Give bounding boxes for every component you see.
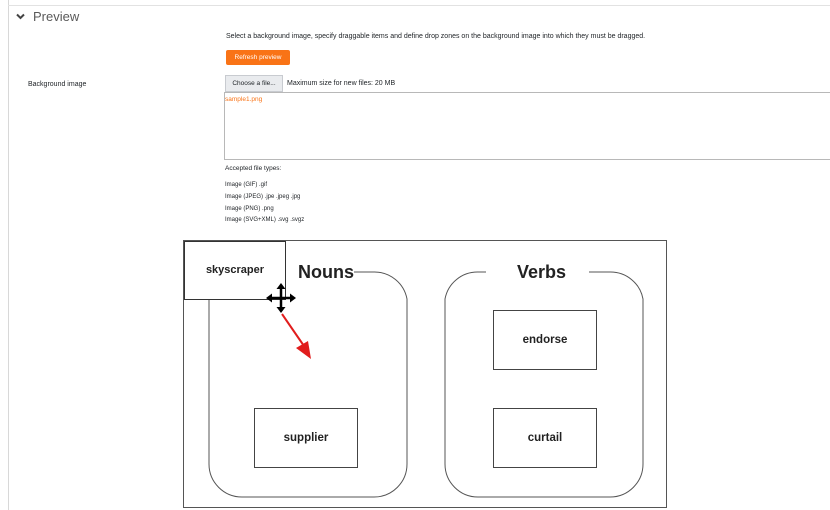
refresh-preview-button[interactable]: Refresh preview xyxy=(226,50,290,65)
chevron-down-icon xyxy=(16,13,25,20)
uploaded-file-link[interactable]: sample1.png xyxy=(225,96,262,103)
drop-zone-supplier[interactable]: supplier xyxy=(254,408,358,468)
background-image-label: Background image xyxy=(28,81,87,88)
verbs-heading: Verbs xyxy=(517,262,567,282)
drop-zone-curtail[interactable]: curtail xyxy=(493,408,597,468)
form-frame-top-border xyxy=(8,5,830,6)
file-type-jpeg: Image (JPEG) .jpe .jpeg .jpg xyxy=(225,194,301,200)
file-type-svg: Image (SVG+XML) .svg .svgz xyxy=(225,217,305,223)
preview-description: Select a background image, specify dragg… xyxy=(226,33,646,40)
move-cursor-icon xyxy=(266,283,296,318)
accepted-file-types-label: Accepted file types: xyxy=(225,165,282,172)
drop-zone-endorse[interactable]: endorse xyxy=(493,310,597,370)
max-file-size-text: Maximum size for new files: 20 MB xyxy=(287,80,396,87)
choose-file-button[interactable]: Choose a file... xyxy=(225,75,283,92)
file-type-gif: Image (GIF) .gif xyxy=(225,182,268,188)
form-frame-left-border xyxy=(8,0,9,510)
file-drop-area[interactable]: sample1.png xyxy=(224,92,830,160)
preview-section-title: Preview xyxy=(33,9,80,24)
preview-canvas: Nouns Verbs supplier endorse curtail sky… xyxy=(183,240,667,508)
file-type-png: Image (PNG) .png xyxy=(225,206,274,212)
preview-section-toggle[interactable]: Preview xyxy=(16,9,79,24)
